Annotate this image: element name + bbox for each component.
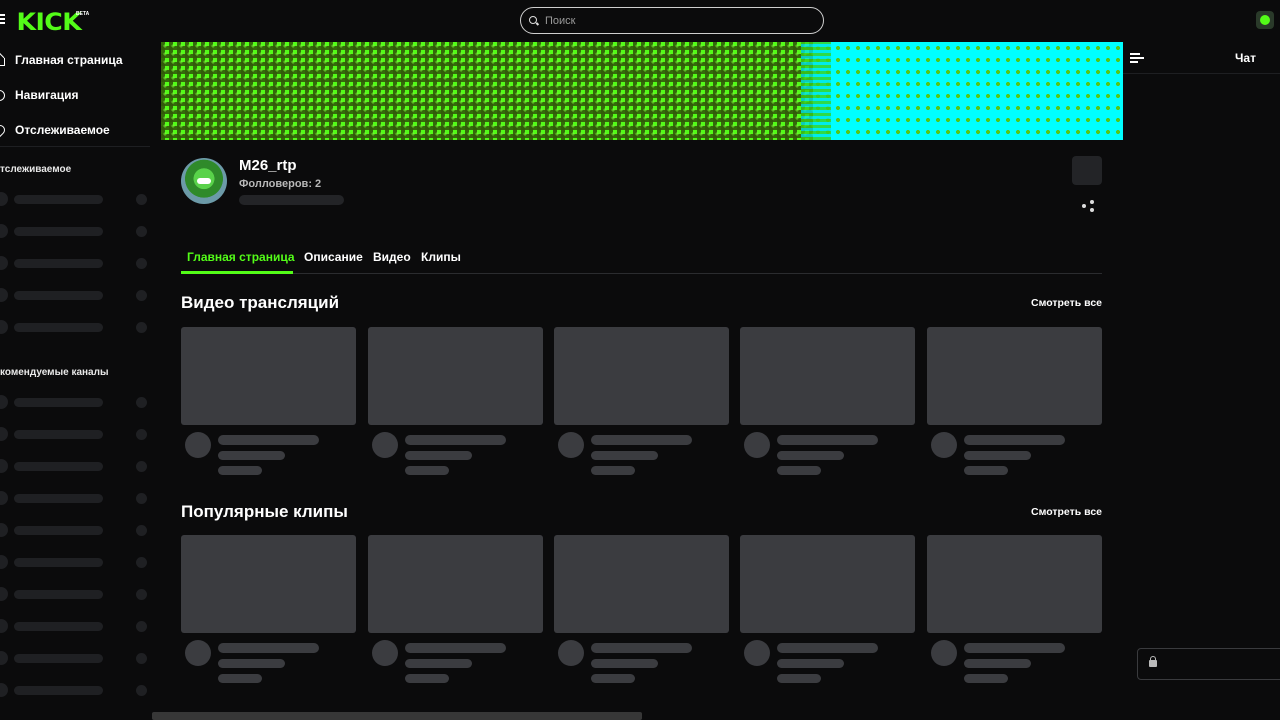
sidebar-channel-skeleton bbox=[0, 256, 150, 270]
sidebar-item-label: Отслеживаемое bbox=[15, 123, 110, 137]
clip-card-skeleton[interactable] bbox=[927, 535, 1102, 687]
sidebar-item-following[interactable]: Отслеживаемое bbox=[0, 120, 110, 140]
compass-icon bbox=[0, 89, 6, 101]
sidebar-channel-skeleton bbox=[0, 395, 150, 409]
channel-tabs: Главная страница Описание Видео Клипы bbox=[181, 248, 1102, 274]
chat-divider bbox=[1123, 73, 1280, 74]
search-bar[interactable] bbox=[520, 7, 824, 34]
sidebar-channel-skeleton bbox=[0, 224, 150, 238]
sidebar-channel-skeleton bbox=[0, 555, 150, 569]
menu-icon[interactable] bbox=[0, 14, 6, 26]
banner-pattern-cyan bbox=[813, 42, 1123, 140]
sidebar-item-label: Главная страница bbox=[15, 53, 123, 67]
tab-home[interactable]: Главная страница bbox=[187, 250, 295, 264]
tab-clips[interactable]: Клипы bbox=[421, 250, 461, 264]
sidebar-channel-skeleton bbox=[0, 683, 150, 697]
video-card-skeleton[interactable] bbox=[181, 327, 356, 479]
sidebar-channel-skeleton bbox=[0, 288, 150, 302]
active-tab-indicator bbox=[181, 271, 293, 274]
clips-section-title: Популярные клипы bbox=[181, 502, 348, 521]
chat-input[interactable] bbox=[1137, 648, 1280, 680]
share-icon[interactable] bbox=[1082, 200, 1094, 212]
recommended-section-title: комендуемые каналы bbox=[0, 367, 109, 378]
sidebar-channel-skeleton bbox=[0, 619, 150, 633]
channel-info-skeleton bbox=[239, 195, 344, 205]
clip-card-skeleton[interactable] bbox=[554, 535, 729, 687]
sidebar-divider bbox=[0, 146, 150, 147]
search-icon bbox=[529, 15, 539, 26]
extension-icon[interactable] bbox=[1256, 11, 1274, 29]
next-section-cutoff bbox=[152, 712, 642, 720]
kick-logo[interactable]: KICK bbox=[16, 8, 81, 36]
banner-pattern-dots bbox=[161, 42, 813, 140]
followers-count: Фолловеров: 2 bbox=[239, 178, 322, 190]
video-card-skeleton[interactable] bbox=[740, 327, 915, 479]
video-card-skeleton[interactable] bbox=[927, 327, 1102, 479]
sidebar-channel-skeleton bbox=[0, 192, 150, 206]
banner-pattern-transition bbox=[801, 42, 831, 140]
sidebar: Главная страница Навигация Отслеживаемое… bbox=[0, 42, 152, 720]
chat-panel bbox=[1123, 42, 1280, 720]
clip-card-skeleton[interactable] bbox=[368, 535, 543, 687]
sidebar-channel-skeleton bbox=[0, 587, 150, 601]
sidebar-item-browse[interactable]: Навигация bbox=[0, 85, 79, 105]
sidebar-channel-skeleton bbox=[0, 651, 150, 665]
chat-title: Чат bbox=[1235, 51, 1256, 65]
sidebar-item-label: Навигация bbox=[15, 88, 79, 102]
collapse-chat-icon[interactable] bbox=[1130, 53, 1144, 63]
following-section-title: тслеживаемое bbox=[0, 164, 72, 175]
video-card-skeleton[interactable] bbox=[554, 327, 729, 479]
videos-see-all-link[interactable]: Смотреть все bbox=[1000, 297, 1102, 309]
clip-card-skeleton[interactable] bbox=[181, 535, 356, 687]
sidebar-channel-skeleton bbox=[0, 491, 150, 505]
sidebar-channel-skeleton bbox=[0, 320, 150, 334]
tab-about[interactable]: Описание bbox=[304, 250, 363, 264]
video-card-skeleton[interactable] bbox=[368, 327, 543, 479]
home-icon bbox=[0, 54, 6, 66]
top-bar: KICK BETA bbox=[0, 0, 1280, 42]
channel-banner bbox=[161, 42, 1123, 140]
clips-see-all-link[interactable]: Смотреть все bbox=[1000, 506, 1102, 518]
sidebar-channel-skeleton bbox=[0, 459, 150, 473]
sidebar-item-home[interactable]: Главная страница bbox=[0, 50, 123, 70]
lock-icon bbox=[1149, 656, 1157, 667]
clip-card-skeleton[interactable] bbox=[740, 535, 915, 687]
channel-name: M26_rtp bbox=[239, 157, 297, 174]
heart-icon bbox=[0, 124, 6, 136]
search-input[interactable] bbox=[545, 14, 805, 27]
videos-section-title: Видео трансляций bbox=[181, 293, 340, 312]
beta-badge: BETA bbox=[76, 11, 90, 17]
tab-videos[interactable]: Видео bbox=[373, 250, 411, 264]
follow-button-skeleton[interactable] bbox=[1072, 156, 1102, 185]
sidebar-channel-skeleton bbox=[0, 523, 150, 537]
channel-avatar[interactable] bbox=[181, 158, 227, 204]
sidebar-channel-skeleton bbox=[0, 427, 150, 441]
